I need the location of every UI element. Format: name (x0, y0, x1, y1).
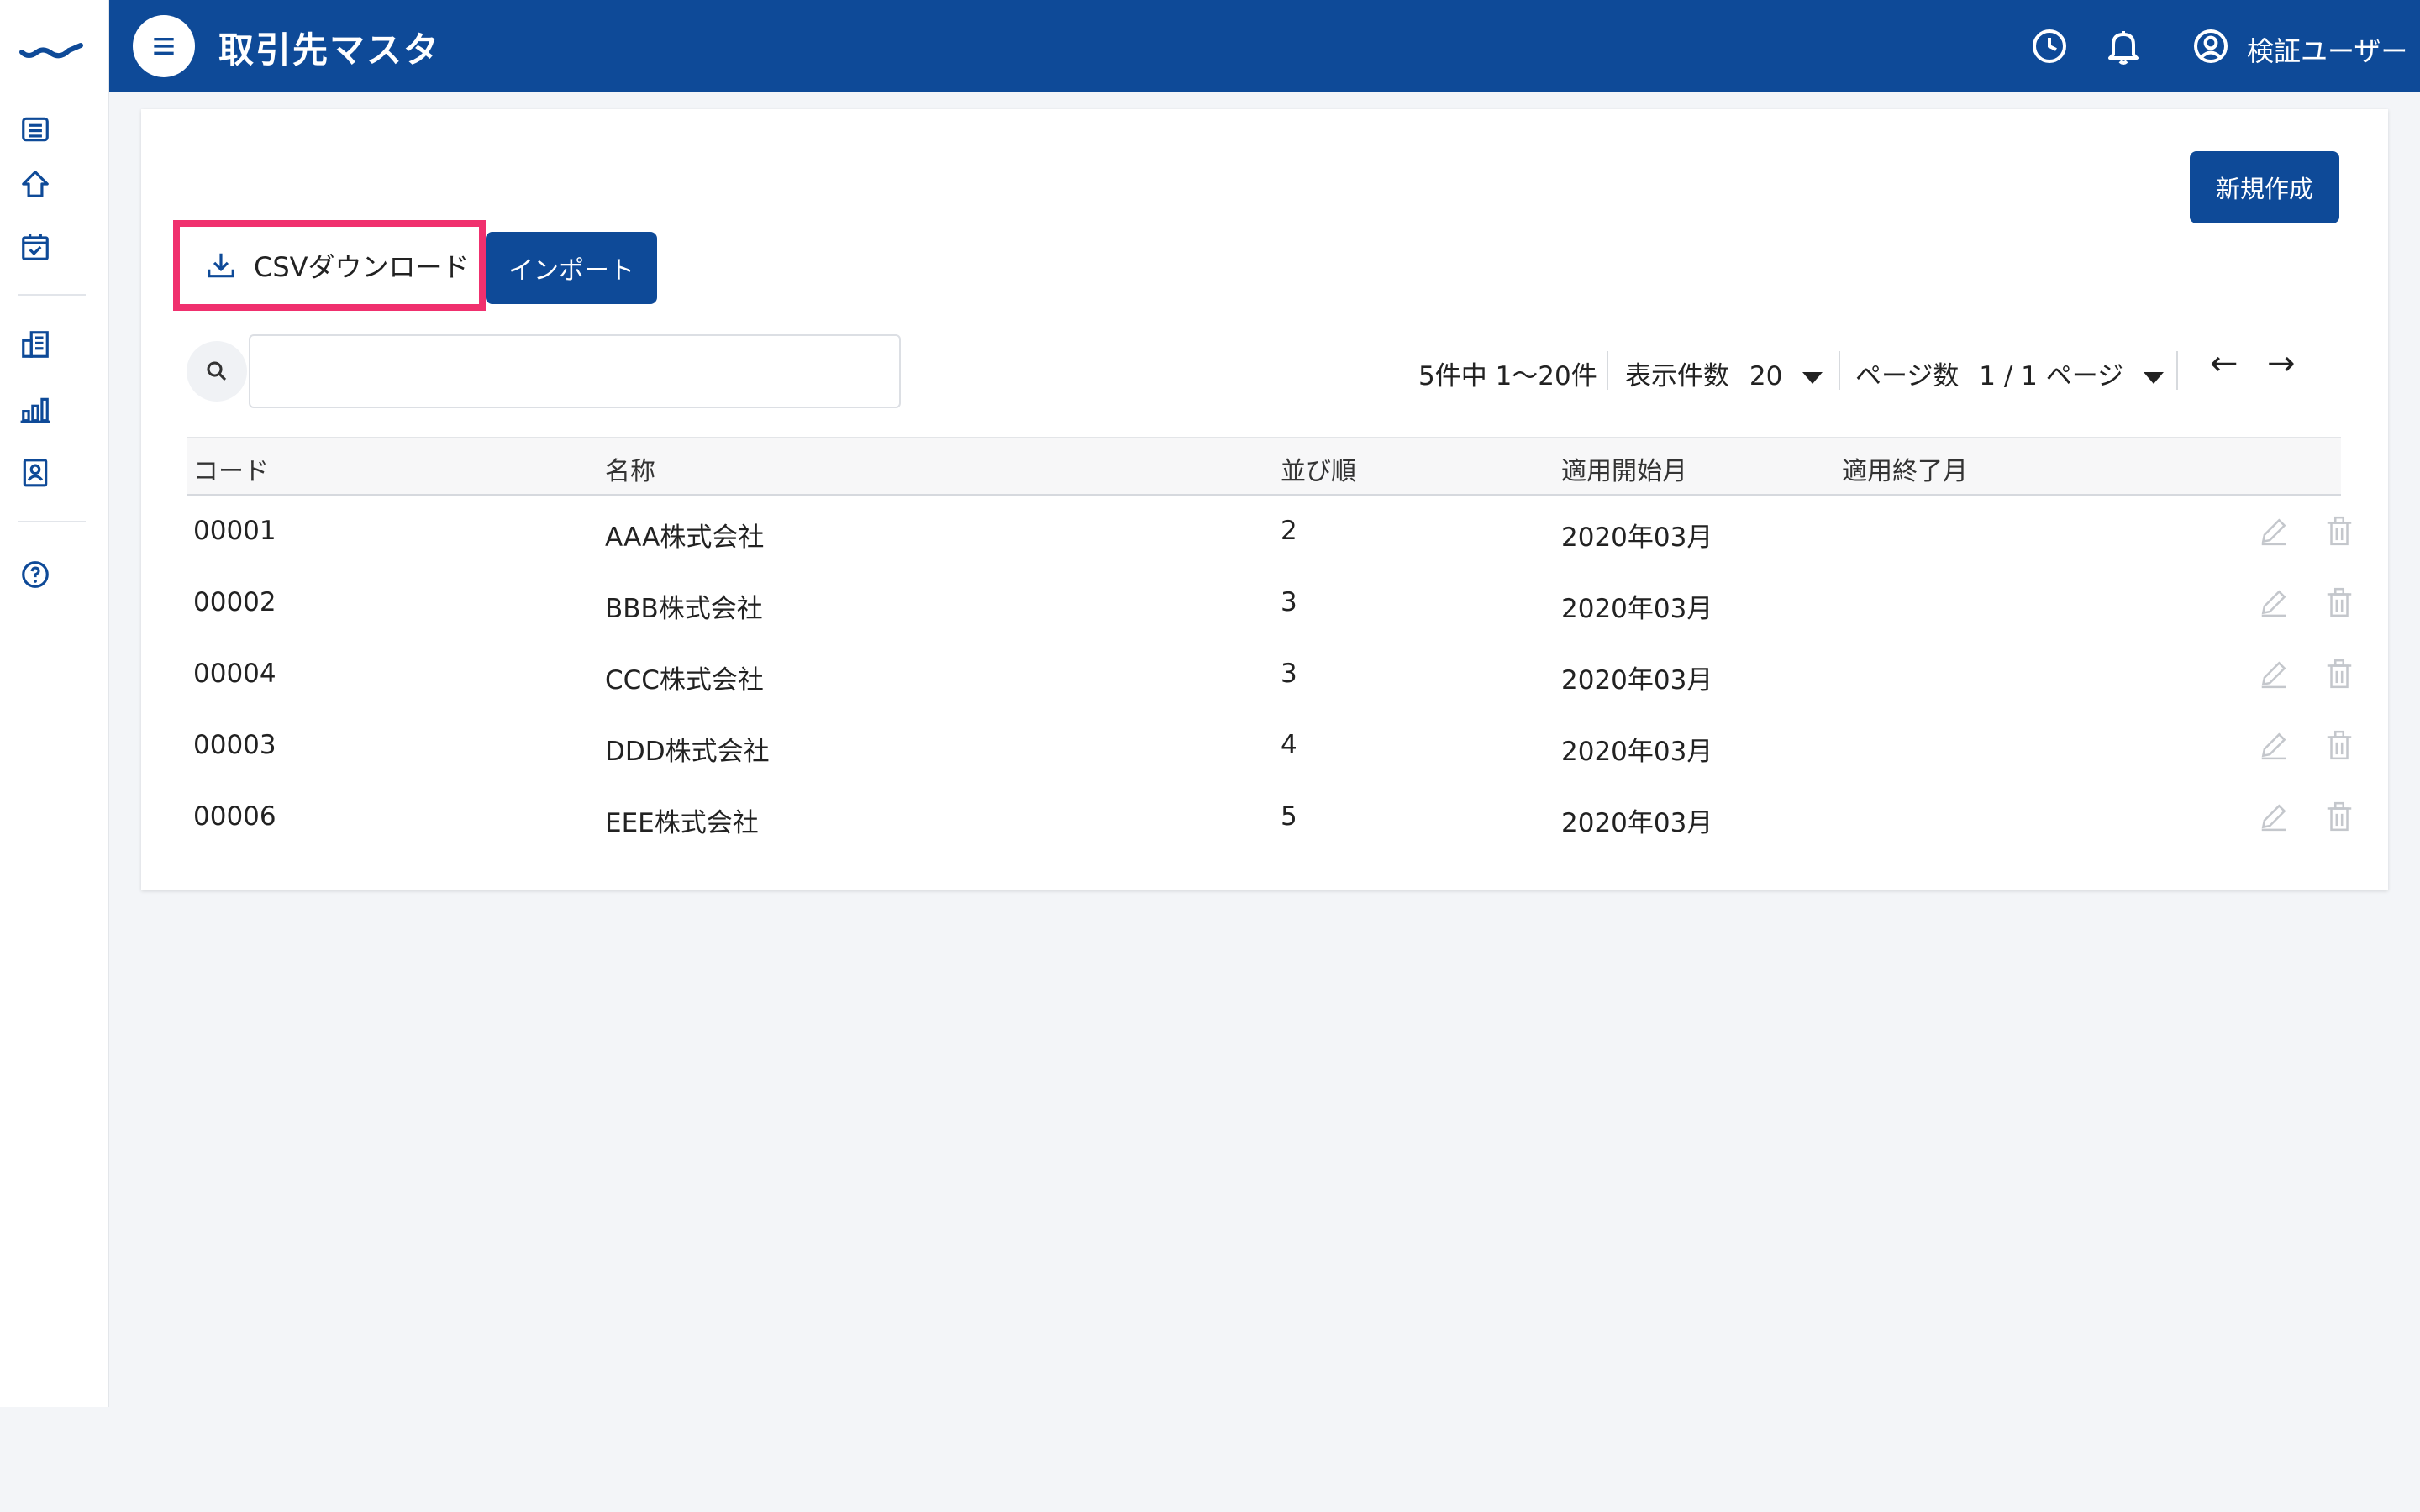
cell-order: 3 (1281, 659, 1297, 689)
table-header: コード 名称 並び順 適用開始月 適用終了月 (187, 437, 2341, 496)
search-icon[interactable] (187, 341, 247, 402)
import-button[interactable]: インポート (486, 232, 657, 304)
page-value: 1 / 1 ページ (1979, 361, 2124, 391)
page-size-label: 表示件数 (1625, 361, 1729, 391)
csv-download-label: CSVダウンロード (254, 251, 470, 283)
cell-code: 00001 (193, 516, 276, 546)
cell-start-month: 2020年03月 (1561, 665, 1713, 696)
page-size-select[interactable]: 表示件数 20 (1625, 354, 1823, 392)
new-button[interactable]: 新規作成 (2190, 151, 2339, 223)
bar-chart-icon[interactable] (17, 391, 54, 428)
table-row[interactable]: 00002 BBB株式会社 3 2020年03月 (187, 569, 2352, 640)
cell-start-month: 2020年03月 (1561, 808, 1713, 838)
cell-code: 00002 (193, 587, 276, 617)
page-select[interactable]: ページ数 1 / 1 ページ (1855, 354, 2164, 392)
cell-name: EEE株式会社 (605, 808, 759, 838)
bell-icon[interactable] (2101, 24, 2146, 69)
caret-down-icon (1802, 371, 1823, 384)
table-row[interactable]: 00004 CCC株式会社 3 2020年03月 (187, 640, 2352, 711)
pager-divider (2176, 351, 2178, 390)
cell-order: 4 (1281, 730, 1297, 760)
home-icon[interactable] (17, 165, 54, 202)
trash-icon[interactable] (2321, 798, 2358, 835)
building-icon[interactable] (17, 326, 54, 363)
edit-icon[interactable] (2255, 655, 2292, 692)
side-rail (0, 0, 109, 1407)
cell-order: 3 (1281, 587, 1297, 617)
content-card: 新規作成 CSVダウンロード インポート 5件中 1〜20件 表示件数 20 ペ… (141, 109, 2388, 890)
cell-code: 00004 (193, 659, 276, 689)
pager-summary: 5件中 1〜20件 (1418, 361, 1597, 391)
cell-name: BBB株式会社 (605, 594, 763, 624)
next-page-button[interactable]: → (2267, 344, 2296, 383)
cell-code: 00006 (193, 801, 276, 832)
table-row[interactable]: 00003 DDD株式会社 4 2020年03月 (187, 711, 2352, 783)
user-name[interactable]: 検証ユーザー (2247, 30, 2407, 69)
pager-divider (1839, 351, 1840, 390)
page-title: 取引先マスタ (218, 29, 441, 71)
column-header[interactable]: コード (193, 450, 269, 487)
table-row[interactable]: 00001 AAA株式会社 2 2020年03月 (187, 497, 2352, 569)
download-icon (208, 253, 234, 278)
table-row[interactable]: 00006 EEE株式会社 5 2020年03月 (187, 783, 2352, 854)
edit-icon[interactable] (2255, 727, 2292, 764)
menu-button[interactable] (133, 15, 195, 77)
list-icon[interactable] (17, 111, 54, 148)
rail-divider (18, 521, 86, 522)
trash-icon[interactable] (2321, 512, 2358, 549)
hamburger-icon (154, 38, 174, 55)
page-size-value: 20 (1749, 361, 1783, 391)
user-avatar-icon[interactable] (2188, 24, 2233, 69)
trash-icon[interactable] (2321, 584, 2358, 621)
cell-start-month: 2020年03月 (1561, 594, 1713, 624)
edit-icon[interactable] (2255, 584, 2292, 621)
history-icon[interactable] (2027, 24, 2072, 69)
edit-icon[interactable] (2255, 798, 2292, 835)
column-header[interactable]: 並び順 (1281, 450, 1356, 487)
cell-start-month: 2020年03月 (1561, 737, 1713, 767)
trash-icon[interactable] (2321, 655, 2358, 692)
cell-name: DDD株式会社 (605, 737, 770, 767)
cell-name: AAA株式会社 (605, 522, 765, 553)
app-header: 取引先マスタ 検証ユーザー (109, 0, 2420, 92)
caret-down-icon (2143, 371, 2164, 384)
cell-name: CCC株式会社 (605, 665, 764, 696)
cell-order: 5 (1281, 801, 1297, 832)
search-input[interactable] (249, 334, 901, 408)
csv-download-button[interactable]: CSVダウンロード (187, 232, 472, 299)
cell-order: 2 (1281, 516, 1297, 546)
cell-code: 00003 (193, 730, 276, 760)
column-header[interactable]: 適用開始月 (1561, 450, 1687, 487)
page-label: ページ数 (1855, 361, 1960, 391)
contact-card-icon[interactable] (17, 454, 54, 491)
calendar-check-icon[interactable] (17, 228, 54, 265)
app-logo[interactable] (18, 30, 91, 64)
column-header[interactable]: 名称 (605, 450, 655, 487)
prev-page-button[interactable]: ← (2210, 344, 2238, 383)
trash-icon[interactable] (2321, 727, 2358, 764)
pager-divider (1607, 351, 1608, 390)
cell-start-month: 2020年03月 (1561, 522, 1713, 553)
help-icon[interactable] (17, 556, 54, 593)
column-header[interactable]: 適用終了月 (1842, 450, 1968, 487)
edit-icon[interactable] (2255, 512, 2292, 549)
rail-divider (18, 294, 86, 296)
